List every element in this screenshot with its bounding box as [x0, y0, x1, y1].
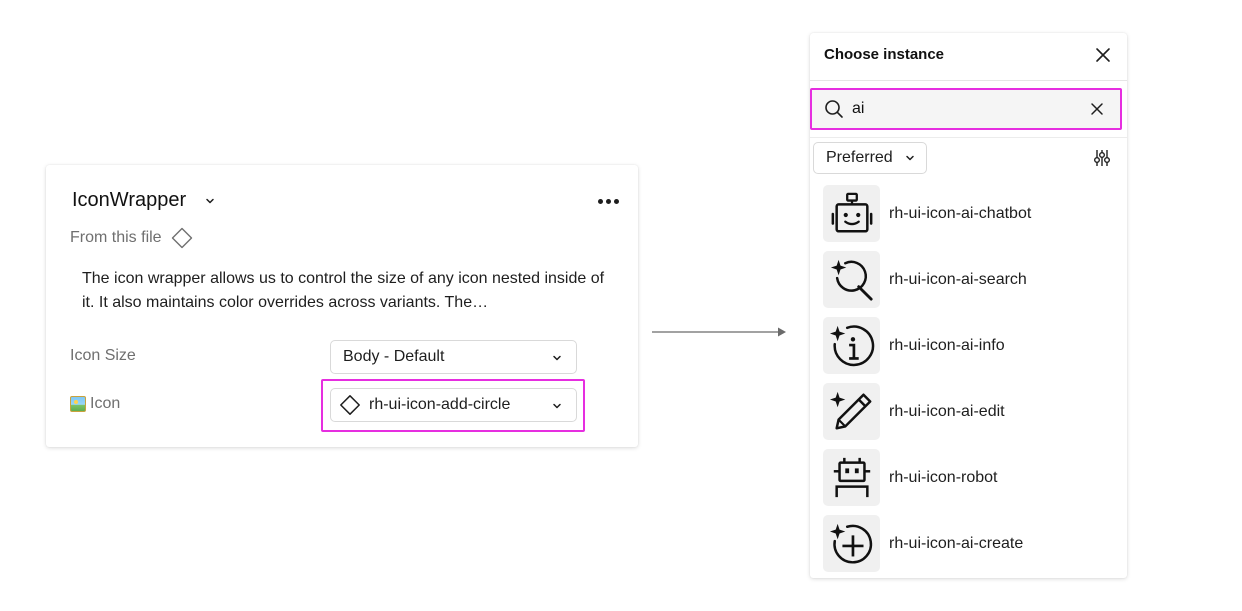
icon-size-label: Icon Size — [70, 347, 136, 364]
icon-thumbnail — [823, 515, 880, 572]
robot-icon — [833, 457, 870, 497]
instance-item-label: rh-ui-icon-ai-info — [889, 337, 1005, 354]
search-value: ai — [852, 100, 865, 117]
component-properties-card: IconWrapper From this file The icon wrap… — [46, 165, 638, 447]
ai-create-icon — [829, 523, 872, 564]
clear-search-icon[interactable] — [1090, 102, 1104, 116]
image-icon — [70, 396, 86, 412]
icon-instance-value: rh-ui-icon-add-circle — [369, 396, 511, 413]
divider — [810, 137, 1127, 138]
instance-item-ai-info[interactable]: rh-ui-icon-ai-info — [823, 317, 1123, 383]
adjust-settings-icon[interactable] — [1092, 148, 1112, 168]
more-dot — [613, 198, 619, 204]
search-icon — [825, 100, 843, 118]
instance-item-label: rh-ui-icon-ai-create — [889, 535, 1024, 552]
instance-item-label: rh-ui-icon-ai-chatbot — [889, 205, 1032, 222]
ai-search-icon — [830, 259, 873, 301]
more-dot — [597, 198, 603, 204]
source-label: From this file — [70, 229, 162, 246]
chevron-down-icon — [553, 403, 561, 409]
library-filter-select[interactable]: Preferred — [813, 142, 927, 174]
search-input[interactable]: ai — [810, 88, 1122, 130]
choose-instance-panel: Choose instance ai Preferred rh-ui-icon-… — [810, 33, 1127, 578]
component-source: From this file — [70, 227, 194, 249]
divider — [810, 80, 1127, 81]
instance-item-ai-create[interactable]: rh-ui-icon-ai-create — [823, 515, 1123, 581]
ai-info-icon — [829, 324, 874, 366]
instance-item-label: rh-ui-icon-robot — [889, 469, 998, 486]
component-diamond-icon — [340, 395, 360, 415]
component-diamond-icon[interactable] — [170, 226, 194, 250]
filter-value: Preferred — [826, 149, 893, 166]
instance-item-label: rh-ui-icon-ai-edit — [889, 403, 1005, 420]
more-options-button[interactable] — [590, 189, 626, 213]
instance-item-ai-edit[interactable]: rh-ui-icon-ai-edit — [823, 383, 1123, 449]
chevron-down-icon[interactable] — [202, 193, 218, 209]
close-icon[interactable] — [1094, 46, 1112, 64]
icon-size-value: Body - Default — [343, 348, 445, 365]
instance-item-robot[interactable]: rh-ui-icon-robot — [823, 449, 1123, 515]
chevron-down-icon — [553, 355, 561, 361]
chevron-down-icon — [906, 155, 914, 161]
icon-thumbnail — [823, 317, 880, 374]
chatbot-icon — [831, 192, 872, 232]
more-dot — [605, 198, 611, 204]
instance-results-list: rh-ui-icon-ai-chatbot rh-ui-icon-ai-sear… — [823, 185, 1123, 581]
icon-thumbnail — [823, 251, 880, 308]
component-description: The icon wrapper allows us to control th… — [82, 270, 605, 311]
icon-thumbnail — [823, 383, 880, 440]
instance-item-ai-search[interactable]: rh-ui-icon-ai-search — [823, 251, 1123, 317]
flow-arrow-icon — [652, 327, 786, 337]
instance-item-label: rh-ui-icon-ai-search — [889, 271, 1027, 288]
icon-thumbnail — [823, 185, 880, 242]
icon-thumbnail — [823, 449, 880, 506]
icon-instance-select[interactable]: rh-ui-icon-add-circle — [330, 388, 577, 422]
component-name[interactable]: IconWrapper — [72, 189, 186, 212]
icon-property-label: Icon — [70, 395, 120, 413]
panel-title: Choose instance — [824, 46, 945, 63]
ai-edit-icon — [829, 391, 871, 430]
icon-size-select[interactable]: Body - Default — [330, 340, 577, 374]
instance-item-ai-chatbot[interactable]: rh-ui-icon-ai-chatbot — [823, 185, 1123, 251]
icon-property-text: Icon — [90, 395, 121, 412]
